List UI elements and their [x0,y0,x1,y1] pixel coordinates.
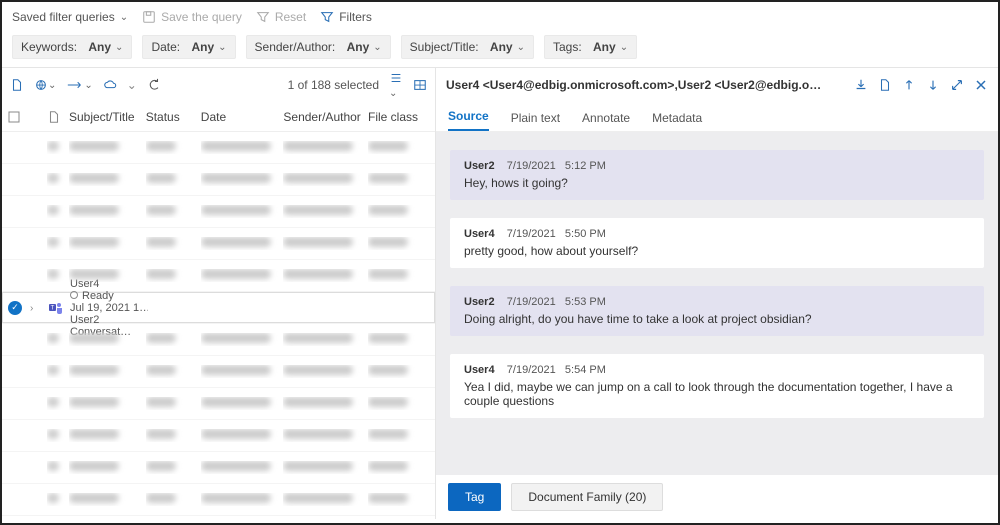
message-meta: User2 7/19/2021 5:53 PM [464,296,970,308]
message-body: Doing alright, do you have time to take … [464,312,970,326]
table-row[interactable] [2,420,435,452]
detail-title: User4 <User4@edbig.onmicrosoft.com>,User… [446,78,826,92]
filters-label: Filters [339,10,372,24]
message-body: pretty good, how about yourself? [464,244,970,258]
tab-annotate[interactable]: Annotate [582,111,630,131]
expand-icon[interactable] [950,78,964,92]
col-select[interactable] [8,111,30,123]
filter-date[interactable]: Date: Any⌄ [142,35,235,59]
detail-pane: User4 <User4@edbig.onmicrosoft.com>,User… [436,68,998,519]
file-icon[interactable] [10,78,24,92]
close-icon[interactable] [974,78,988,92]
detail-header-actions [854,78,988,92]
download-icon[interactable] [854,78,868,92]
col-status[interactable]: Status [146,110,201,124]
filter-pill-row: Keywords: Any⌄ Date: Any⌄ Sender/Author:… [2,32,998,67]
tab-source[interactable]: Source [448,109,489,131]
cell-date: Jul 19, 2021 10:12 ... [70,302,148,314]
list-view-icon[interactable]: ⌄ [389,71,403,99]
chevron-down-icon: ⌄ [620,42,628,53]
saved-filter-queries-label: Saved filter queries [12,10,115,24]
tag-button[interactable]: Tag [448,483,501,511]
message-meta: User2 7/19/2021 5:12 PM [464,160,970,172]
results-toolbar: ⌄ ⌄ ⌄ 1 of 188 selected ⌄ [2,68,435,102]
message-body: Hey, hows it going? [464,176,970,190]
table-row[interactable] [2,196,435,228]
cell-subject: User4 ReadyJul 19, 2021 10:12 ...User2 C… [70,278,148,338]
table-row[interactable] [2,356,435,388]
filter-keywords[interactable]: Keywords: Any⌄ [12,35,132,59]
detail-tabs: Source Plain text Annotate Metadata [436,102,998,132]
message-meta: User4 7/19/2021 5:54 PM [464,364,970,376]
col-sender[interactable]: Sender/Author [283,110,368,124]
message-meta: User4 7/19/2021 5:50 PM [464,228,970,240]
reset-icon [256,10,270,24]
table-row[interactable] [2,324,435,356]
svg-text:T: T [51,305,55,311]
table-row[interactable] [2,388,435,420]
table-row-selected[interactable]: ✓›TUser4 ReadyJul 19, 2021 10:12 ...User… [2,292,435,324]
arrow-up-icon[interactable] [902,78,916,92]
filter-icon [320,10,334,24]
chat-message: User2 7/19/2021 5:12 PM Hey, hows it goin… [450,150,984,200]
save-query-label: Save the query [161,10,242,24]
detail-footer: Tag Document Family (20) [436,475,998,519]
tab-metadata[interactable]: Metadata [652,111,702,131]
chevron-down-icon: ⌄ [48,80,56,91]
results-toolbar-left: ⌄ ⌄ ⌄ [10,78,161,92]
chevron-down-icon: ⌄ [373,42,381,53]
teams-icon: T [48,300,70,316]
chat-message: User4 7/19/2021 5:50 PM pretty good, how … [450,218,984,268]
selection-summary: 1 of 188 selected [288,78,379,92]
chevron-down-icon: ⌄ [115,42,123,53]
table-row[interactable] [2,260,435,292]
saved-filter-queries-dropdown[interactable]: Saved filter queries ⌄ [12,10,128,24]
message-body: Yea I did, maybe we can jump on a call t… [464,380,970,408]
chat-message: User2 7/19/2021 5:53 PM Doing alright, do… [450,286,984,336]
col-date[interactable]: Date [201,110,284,124]
results-rows: ✓ › T User4 ReadyJul 19, 2021 10:12 ...User… [2,132,435,519]
filter-sender[interactable]: Sender/Author: Any⌄ [246,35,391,59]
filter-tags[interactable]: Tags: Any⌄ [544,35,637,59]
expand-row-icon[interactable]: › [30,303,33,314]
table-row[interactable] [2,452,435,484]
filters-button[interactable]: Filters [320,10,372,24]
results-toolbar-right: 1 of 188 selected ⌄ [288,71,427,99]
arrow-down-icon[interactable] [926,78,940,92]
filter-subject[interactable]: Subject/Title: Any⌄ [401,35,534,59]
cell-status: Ready [70,290,126,302]
chevron-down-icon: ⌄ [218,42,226,53]
table-row[interactable] [2,132,435,164]
col-subject[interactable]: Subject/Title [69,110,146,124]
top-toolbar: Saved filter queries ⌄ Save the query Re… [2,2,998,32]
globe-dropdown[interactable]: ⌄ [34,78,56,92]
save-icon [142,10,156,24]
results-pane: ⌄ ⌄ ⌄ 1 of 188 selected ⌄ Subject/Title … [2,68,436,519]
col-fileicon[interactable] [47,110,69,124]
save-query-button[interactable]: Save the query [142,10,242,24]
reset-label: Reset [275,10,306,24]
layout-icon[interactable] [413,78,427,92]
new-file-icon[interactable] [878,78,892,92]
chevron-down-icon: ⌄ [84,80,92,91]
refresh-icon[interactable] [147,78,161,92]
chevron-down-icon: ⌄ [120,12,128,23]
table-row[interactable] [2,484,435,516]
main-area: ⌄ ⌄ ⌄ 1 of 188 selected ⌄ Subject/Title … [2,68,998,519]
document-family-button[interactable]: Document Family (20) [511,483,663,511]
chat-message: User4 7/19/2021 5:54 PM Yea I did, maybe … [450,354,984,418]
reset-button[interactable]: Reset [256,10,306,24]
arrow-dropdown[interactable]: ⌄ [66,78,92,92]
check-icon: ✓ [8,301,22,315]
chevron-down-icon: ⌄ [517,42,525,53]
tab-plaintext[interactable]: Plain text [511,111,560,131]
column-headers: Subject/Title Status Date Sender/Author … [2,102,435,132]
table-row[interactable] [2,228,435,260]
col-fileclass[interactable]: File class [368,110,429,124]
message-area: User2 7/19/2021 5:12 PM Hey, hows it goin… [436,132,998,475]
cloud-icon[interactable] [103,78,117,92]
caret-down-icon[interactable]: ⌄ [127,78,137,92]
detail-header: User4 <User4@edbig.onmicrosoft.com>,User… [436,68,998,102]
table-row[interactable] [2,164,435,196]
